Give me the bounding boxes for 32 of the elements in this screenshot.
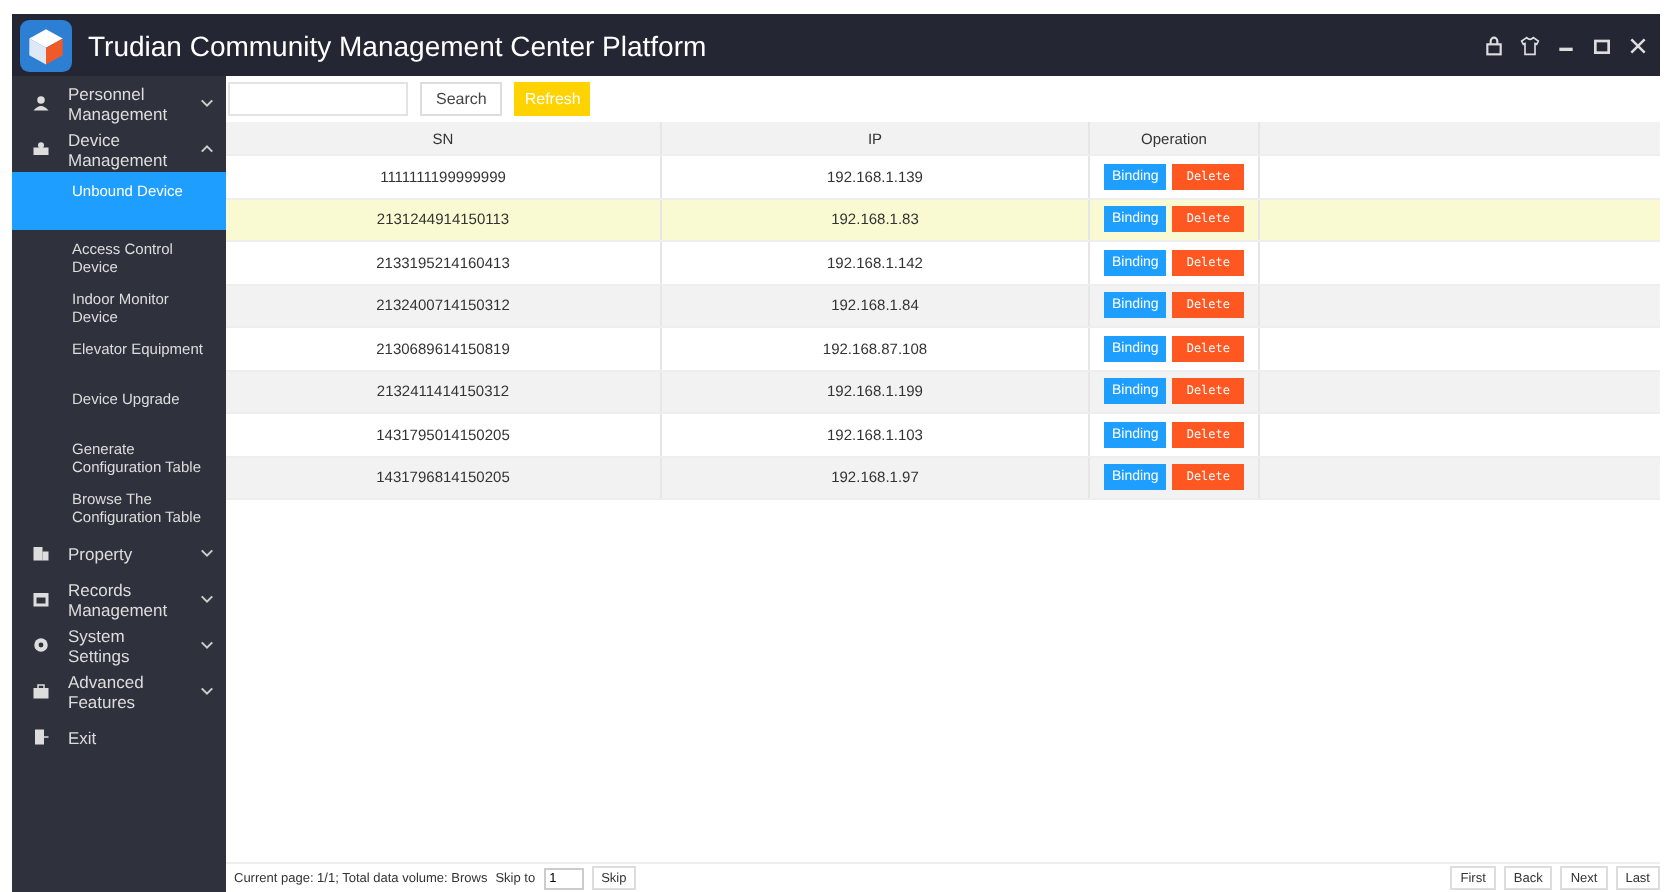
exit-icon bbox=[32, 728, 50, 746]
person-icon bbox=[32, 94, 50, 112]
sidebar-menu-item[interactable]: System Settings bbox=[12, 622, 226, 668]
menu-label: Exit bbox=[68, 727, 99, 747]
chevron-icon bbox=[200, 684, 214, 698]
app-logo-icon bbox=[20, 19, 72, 71]
chevron-icon bbox=[200, 546, 214, 560]
close-icon[interactable] bbox=[1628, 35, 1648, 55]
menu-label: Advanced Features bbox=[68, 671, 146, 711]
lock-icon[interactable] bbox=[1484, 35, 1504, 55]
search-button[interactable]: Search bbox=[420, 82, 503, 116]
maximize-icon[interactable] bbox=[1592, 35, 1612, 55]
sidebar-menu-item[interactable]: Property bbox=[12, 530, 226, 576]
briefcase-icon bbox=[32, 682, 50, 700]
sidebar-menu-item[interactable]: Device Management bbox=[12, 126, 226, 172]
sidebar-menu-item[interactable]: Exit bbox=[12, 714, 226, 760]
sidebar-menu-item[interactable]: Advanced Features bbox=[12, 668, 226, 714]
shirt-icon[interactable] bbox=[1520, 35, 1540, 55]
menu-label: System Settings bbox=[68, 625, 132, 665]
chevron-icon bbox=[200, 592, 214, 606]
building-icon bbox=[32, 544, 50, 562]
sidebar-menu-item[interactable]: Personnel Management bbox=[12, 80, 226, 126]
chevron-icon bbox=[200, 638, 214, 652]
search-field[interactable] bbox=[228, 82, 408, 116]
menu-label: Records Management bbox=[68, 579, 170, 619]
sidebar-menu-item[interactable]: Records Management bbox=[12, 576, 226, 622]
menu-label: Personnel Management bbox=[68, 83, 170, 123]
menu-label: Device Management bbox=[68, 129, 170, 169]
menu-label: Property bbox=[68, 543, 135, 563]
chevron-icon bbox=[200, 96, 214, 110]
window-title: Trudian Community Management Center Platform bbox=[88, 29, 707, 61]
chevron-icon bbox=[200, 142, 214, 156]
